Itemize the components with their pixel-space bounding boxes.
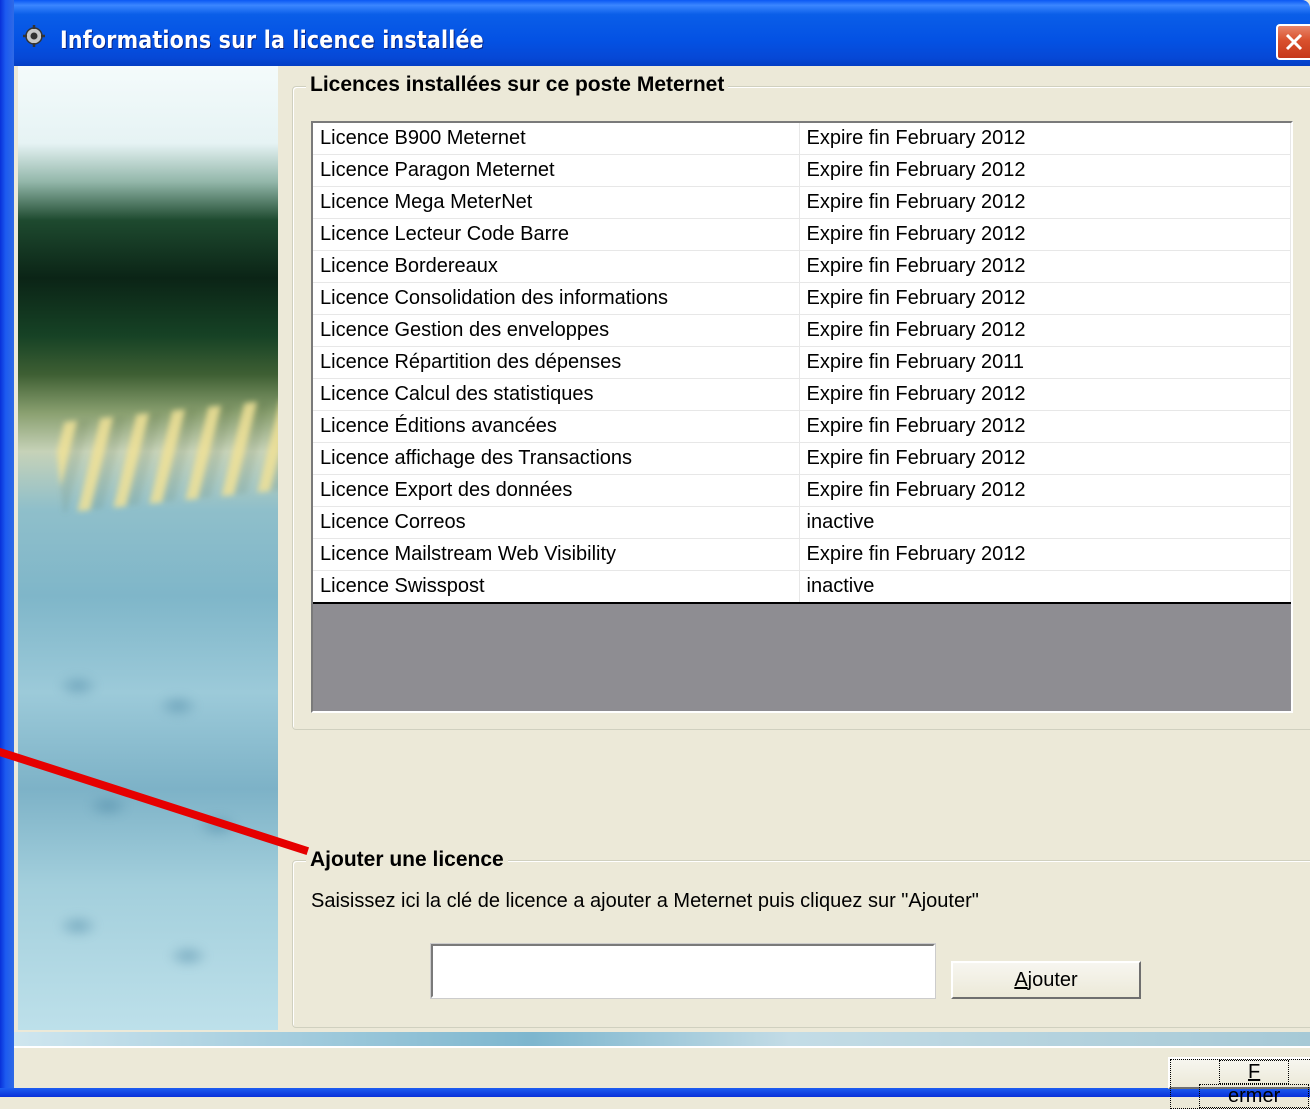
license-row[interactable]: Licence Éditions avancées Expire fin Febr…	[313, 410, 1291, 443]
license-row[interactable]: Licence Répartition des dépenses Expire f…	[313, 346, 1291, 379]
window-frame-left	[0, 0, 14, 1097]
license-status-cell: Expire fin February 2012	[799, 474, 1291, 507]
title-bar: Informations sur la licence installée	[0, 0, 1310, 66]
close-button-label: ermer	[1199, 1084, 1310, 1108]
installed-licenses-legend: Licences installées sur ce poste Meterne…	[306, 73, 729, 97]
license-status-cell: Expire fin February 2012	[799, 123, 1291, 155]
license-name-cell: Licence Éditions avancées	[313, 410, 800, 443]
license-row[interactable]: Licence Mega MeterNet Expire fin February…	[313, 186, 1291, 219]
license-status-cell: Expire fin February 2012	[799, 538, 1291, 571]
license-name-cell: Licence affichage des Transactions	[313, 442, 800, 475]
license-status-cell: Expire fin February 2012	[799, 218, 1291, 251]
license-name-cell: Licence Mailstream Web Visibility	[313, 538, 800, 571]
license-row[interactable]: Licence Export des données Expire fin Feb…	[313, 474, 1291, 507]
license-row[interactable]: Licence Mailstream Web Visibility Expire …	[313, 538, 1291, 571]
license-row[interactable]: Licence Swisspost inactive	[313, 570, 1291, 604]
add-button-label: jouter	[1027, 969, 1078, 991]
add-license-button[interactable]: Ajouter	[951, 961, 1141, 999]
app-gear-icon	[23, 25, 45, 47]
add-button-accel: A	[1014, 969, 1028, 991]
close-dialog-button[interactable]: Fermer	[1168, 1057, 1310, 1109]
license-name-cell: Licence Calcul des statistiques	[313, 378, 800, 411]
license-status-cell: Expire fin February 2012	[799, 378, 1291, 411]
license-status-cell: Expire fin February 2012	[799, 154, 1291, 187]
license-row[interactable]: Licence B900 Meternet Expire fin February…	[313, 123, 1291, 155]
image-light-streak	[53, 399, 278, 513]
license-row[interactable]: Licence Consolidation des informations Ex…	[313, 282, 1291, 315]
close-button-focus-rect: Fermer	[1170, 1059, 1310, 1109]
license-status-cell: Expire fin February 2012	[799, 250, 1291, 283]
license-row[interactable]: Licence affichage des Transactions Expire…	[313, 442, 1291, 475]
footer-decorative-strip	[14, 1032, 1310, 1046]
license-name-cell: Licence Mega MeterNet	[313, 186, 800, 219]
license-name-cell: Licence Bordereaux	[313, 250, 800, 283]
license-name-cell: Licence B900 Meternet	[313, 123, 800, 155]
window-title: Informations sur la licence installée	[60, 26, 484, 54]
close-icon	[1285, 33, 1303, 51]
licenses-table: Licence B900 Meternet Expire fin February…	[313, 123, 1291, 604]
add-license-legend: Ajouter une licence	[306, 848, 508, 872]
license-row[interactable]: Licence Bordereaux Expire fin February 20…	[313, 250, 1291, 283]
license-name-cell: Licence Consolidation des informations	[313, 282, 800, 315]
license-name-cell: Licence Swisspost	[313, 570, 800, 604]
license-status-cell: Expire fin February 2012	[799, 282, 1291, 315]
license-name-cell: Licence Correos	[313, 506, 800, 539]
footer-separator	[14, 1046, 1310, 1048]
license-row[interactable]: Licence Gestion des enveloppes Expire fin…	[313, 314, 1291, 347]
license-row[interactable]: Licence Correos inactive	[313, 506, 1291, 539]
license-status-cell: Expire fin February 2012	[799, 410, 1291, 443]
license-status-cell: Expire fin February 2011	[799, 346, 1291, 379]
licenses-list-view[interactable]: Licence B900 Meternet Expire fin February…	[311, 121, 1293, 713]
license-name-cell: Licence Répartition des dépenses	[313, 346, 800, 379]
license-status-cell: inactive	[799, 570, 1291, 604]
license-status-cell: Expire fin February 2012	[799, 314, 1291, 347]
license-row[interactable]: Licence Lecteur Code Barre Expire fin Feb…	[313, 218, 1291, 251]
license-status-cell: Expire fin February 2012	[799, 442, 1291, 475]
close-button-accel: F	[1219, 1060, 1290, 1084]
license-name-cell: Licence Paragon Meternet	[313, 154, 800, 187]
add-license-instructions: Saisissez ici la clé de licence a ajoute…	[311, 890, 979, 912]
license-name-cell: Licence Lecteur Code Barre	[313, 218, 800, 251]
image-blurred-keypad	[38, 626, 278, 1026]
license-row[interactable]: Licence Paragon Meternet Expire fin Febru…	[313, 154, 1291, 187]
license-name-cell: Licence Gestion des enveloppes	[313, 314, 800, 347]
license-status-cell: inactive	[799, 506, 1291, 539]
window-frame-bottom	[0, 1088, 1310, 1097]
license-key-input[interactable]	[430, 943, 936, 999]
license-name-cell: Licence Export des données	[313, 474, 800, 507]
license-row[interactable]: Licence Calcul des statistiques Expire fi…	[313, 378, 1291, 411]
decorative-side-image	[18, 66, 278, 1030]
license-status-cell: Expire fin February 2012	[799, 186, 1291, 219]
window-close-button[interactable]	[1276, 24, 1310, 60]
